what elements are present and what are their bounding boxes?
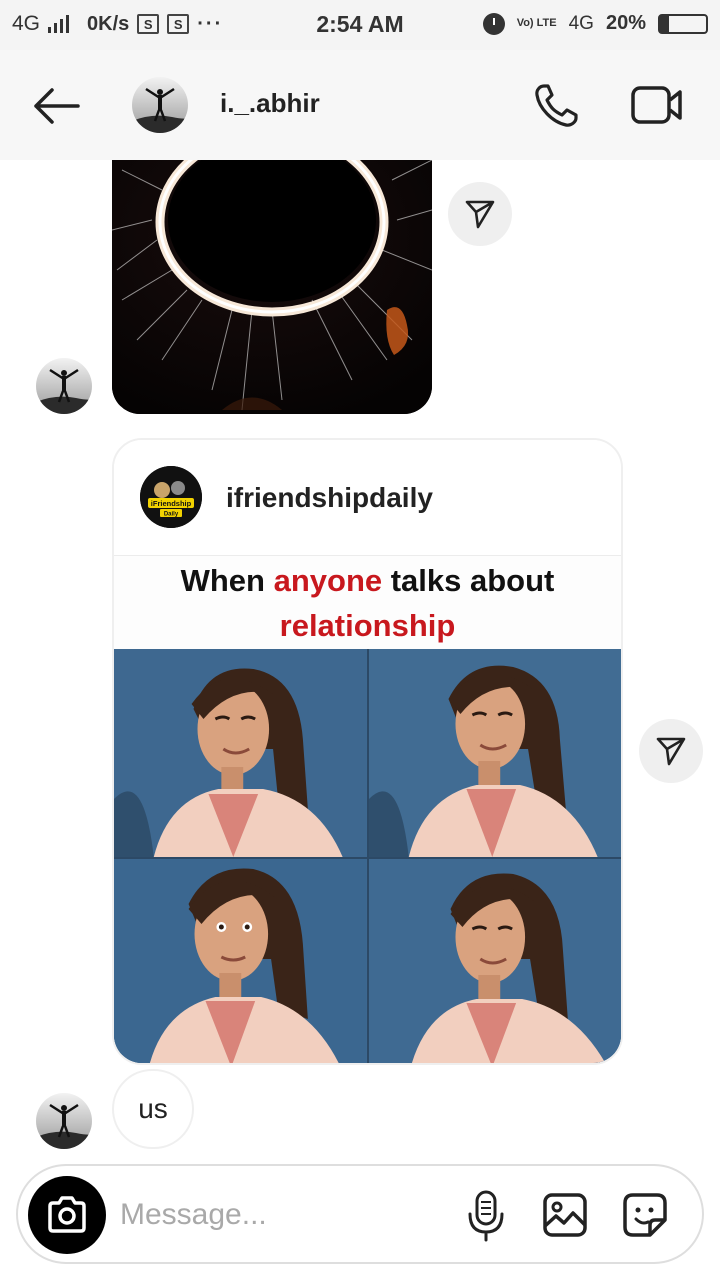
share-photo-button[interactable] bbox=[448, 182, 512, 246]
caption-part-2: talks about bbox=[382, 563, 555, 598]
share-post-button[interactable] bbox=[639, 719, 703, 783]
meme-image-grid bbox=[114, 649, 621, 1063]
back-arrow-icon bbox=[34, 88, 80, 124]
logo-subtext: Daily bbox=[164, 512, 179, 518]
post-author-name[interactable]: ifriendshipdaily bbox=[226, 482, 433, 514]
sender-avatar[interactable] bbox=[36, 1093, 92, 1149]
post-header[interactable]: iFriendship Daily ifriendshipdaily bbox=[114, 440, 621, 556]
alarm-icon bbox=[482, 12, 505, 35]
ifriendship-logo: iFriendship Daily bbox=[140, 466, 202, 528]
shared-post[interactable]: iFriendship Daily ifriendshipdaily When … bbox=[112, 438, 623, 1065]
caption-highlight-1: anyone bbox=[273, 563, 383, 598]
text-message-bubble[interactable]: us bbox=[112, 1069, 194, 1149]
woman-portrait bbox=[114, 649, 367, 857]
meme-image-cell bbox=[114, 859, 367, 1063]
meme-image-cell bbox=[368, 649, 621, 857]
avatar-image bbox=[36, 1093, 92, 1149]
status-right: Vo) LTE 4G 20% bbox=[482, 12, 708, 35]
status-bar: 4G 0K/s S S ··· 2:54 AM Vo) LTE 4G 20% bbox=[0, 0, 720, 50]
message-composer bbox=[16, 1164, 704, 1264]
meme-image-cell bbox=[114, 649, 367, 857]
post-author-avatar[interactable]: iFriendship Daily bbox=[140, 466, 202, 528]
meme-image-cell bbox=[368, 859, 621, 1063]
message-input[interactable] bbox=[120, 1190, 450, 1240]
gallery-button[interactable] bbox=[542, 1192, 588, 1238]
microphone-icon bbox=[468, 1190, 504, 1242]
sticker-icon bbox=[623, 1193, 667, 1237]
sparkler-photo bbox=[112, 160, 432, 414]
avatar-image bbox=[132, 77, 188, 133]
camera-icon bbox=[48, 1196, 86, 1233]
sticker-button[interactable] bbox=[622, 1192, 668, 1238]
avatar-image bbox=[36, 358, 92, 414]
video-call-button[interactable] bbox=[630, 82, 684, 128]
back-button[interactable] bbox=[30, 86, 82, 126]
photo-message[interactable] bbox=[112, 160, 432, 414]
voice-message-button[interactable] bbox=[464, 1188, 508, 1244]
send-icon bbox=[465, 200, 495, 229]
woman-portrait bbox=[368, 649, 621, 857]
gallery-icon bbox=[543, 1193, 587, 1237]
volte-indicator: Vo) LTE bbox=[516, 17, 557, 29]
phone-icon bbox=[535, 84, 578, 127]
logo-text: iFriendship bbox=[151, 499, 192, 508]
woman-portrait bbox=[114, 859, 367, 1063]
caption-part-1: When bbox=[180, 563, 274, 598]
contact-username[interactable]: i._.abhir bbox=[220, 88, 320, 119]
sender-avatar[interactable] bbox=[36, 358, 92, 414]
contact-avatar[interactable] bbox=[132, 77, 188, 133]
video-camera-icon bbox=[631, 86, 682, 124]
battery-icon bbox=[658, 13, 708, 34]
network-type-right: 4G bbox=[568, 12, 594, 34]
camera-button[interactable] bbox=[28, 1176, 106, 1254]
voice-call-button[interactable] bbox=[530, 80, 582, 132]
battery-percent: 20% bbox=[605, 12, 646, 34]
meme-caption: When anyone talks about relationship bbox=[114, 556, 621, 649]
caption-highlight-2: relationship bbox=[279, 608, 456, 643]
chat-header: i._.abhir bbox=[0, 50, 720, 160]
woman-portrait bbox=[368, 859, 621, 1063]
send-icon bbox=[656, 737, 686, 766]
